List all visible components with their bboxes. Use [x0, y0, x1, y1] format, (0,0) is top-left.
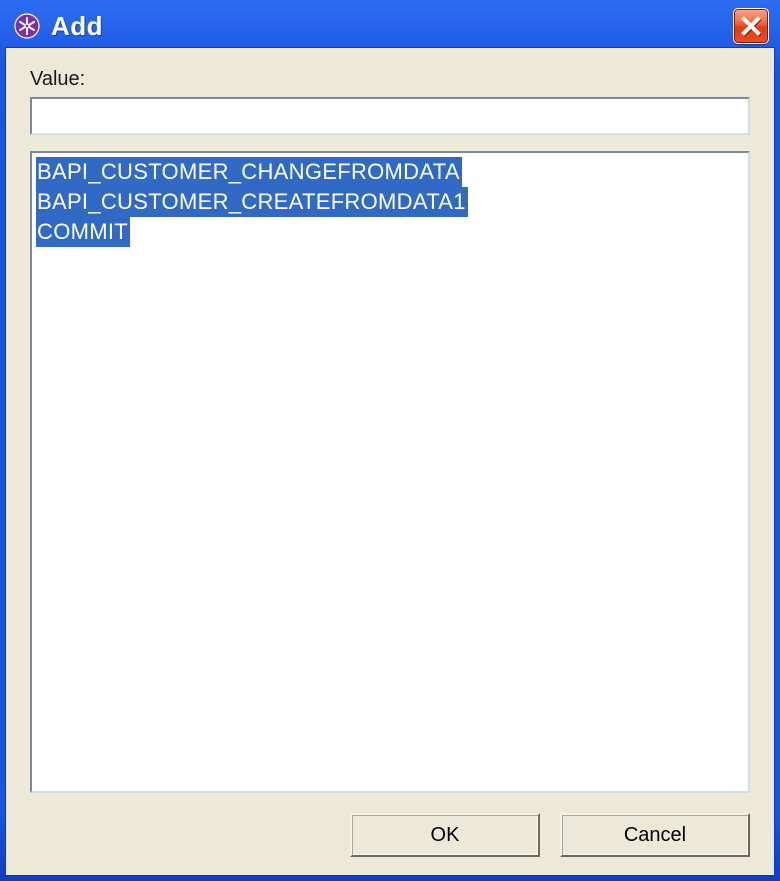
title-bar: Add	[5, 5, 775, 47]
list-item[interactable]: BAPI_CUSTOMER_CHANGEFROMDATA	[36, 157, 744, 187]
app-icon	[13, 12, 41, 40]
list-item[interactable]: BAPI_CUSTOMER_CREATEFROMDATA1	[36, 187, 744, 217]
list-item[interactable]: COMMIT	[36, 217, 744, 247]
dialog-body: Value: BAPI_CUSTOMER_CHANGEFROMDATA BAPI…	[5, 47, 775, 876]
value-listbox[interactable]: BAPI_CUSTOMER_CHANGEFROMDATA BAPI_CUSTOM…	[30, 151, 750, 793]
list-item-text: COMMIT	[36, 217, 130, 247]
close-button[interactable]	[733, 8, 769, 44]
list-item-text: BAPI_CUSTOMER_CHANGEFROMDATA	[36, 157, 462, 187]
value-label: Value:	[30, 68, 750, 91]
ok-button[interactable]: OK	[350, 813, 540, 857]
close-icon	[741, 16, 761, 36]
window-title: Add	[51, 11, 723, 42]
cancel-button[interactable]: Cancel	[560, 813, 750, 857]
value-input[interactable]	[30, 97, 750, 135]
list-item-text: BAPI_CUSTOMER_CREATEFROMDATA1	[36, 187, 468, 217]
dialog-buttons: OK Cancel	[30, 813, 750, 857]
